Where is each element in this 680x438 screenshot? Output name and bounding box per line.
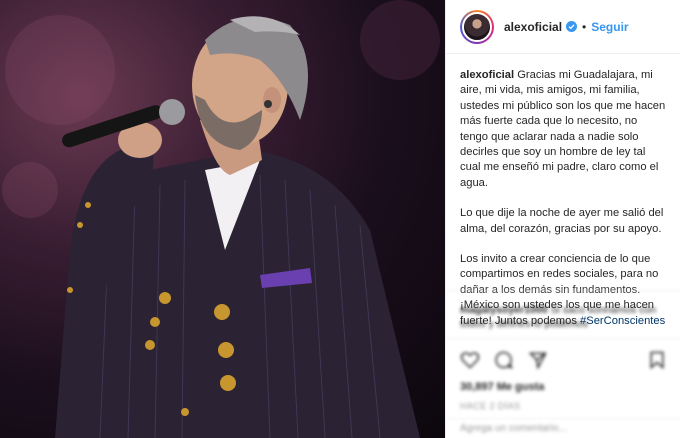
comment-list: magalysoyer1000 Si saco sonriamos con to… <box>446 290 680 331</box>
caption-paragraph-1: Gracias mi Guadalajara, mi aire, mi vida… <box>460 69 666 189</box>
singer-illustration <box>2 0 440 438</box>
caption-username[interactable]: alexoficial <box>460 69 514 81</box>
action-bar: 30,897 Me gusta HACE 2 DÍAS <box>446 338 680 411</box>
bookmark-icon[interactable] <box>647 350 667 370</box>
share-icon[interactable] <box>528 350 548 370</box>
post-timestamp: HACE 2 DÍAS <box>460 401 521 411</box>
list-item: magalysoyer1000 Si saco sonriamos con to… <box>460 303 667 331</box>
comment-icon[interactable] <box>494 350 514 370</box>
avatar[interactable] <box>460 9 494 44</box>
post-caption: alexoficial Gracias mi Guadalajara, mi a… <box>446 54 680 329</box>
follow-button[interactable]: Seguir <box>591 20 628 34</box>
comment-username[interactable]: magalysoyer1000 <box>460 304 548 316</box>
separator-dot: • <box>582 19 587 34</box>
like-count[interactable]: 30,897 Me gusta <box>460 381 667 393</box>
heart-icon[interactable] <box>460 350 480 370</box>
comment-input[interactable]: Agrega un comentario... <box>446 418 680 438</box>
verified-badge-icon <box>566 21 578 32</box>
caption-paragraph-2: Lo que dije la noche de ayer me salió de… <box>460 207 664 235</box>
post-sidebar: alexoficial • Seguir alexoficial Gracias… <box>445 0 680 438</box>
username[interactable]: alexoficial <box>504 20 562 34</box>
post-photo[interactable] <box>0 0 445 438</box>
post-header: alexoficial • Seguir <box>446 0 680 54</box>
